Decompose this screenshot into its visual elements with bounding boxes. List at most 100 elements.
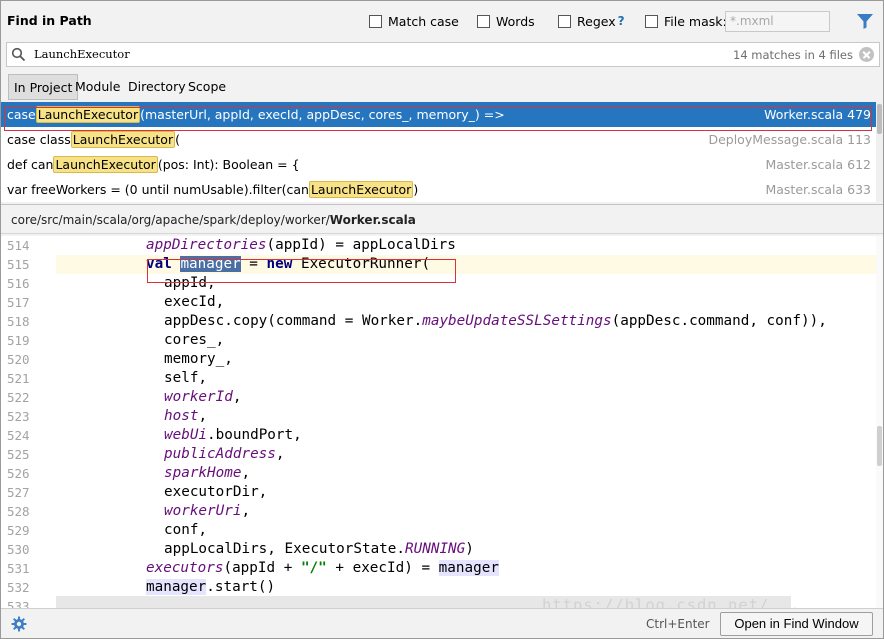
scope-tabs: In Project Module Directory Scope	[1, 72, 883, 102]
words-checkbox[interactable]: Words	[477, 12, 535, 30]
code-token: ,	[241, 503, 251, 519]
result-suffix: (pos: Int): Boolean = {	[157, 157, 300, 172]
code-token: (appDesc.command, conf)),	[611, 313, 827, 329]
editor-scrollbar-thumb[interactable]	[877, 426, 882, 466]
code-token: self,	[164, 370, 208, 386]
result-file: Master.scala 633	[765, 182, 871, 197]
watermark: https://blog.csdn.net/...	[542, 596, 801, 608]
code-token: ,	[232, 389, 242, 405]
code-token: cores_,	[164, 332, 225, 348]
code-line: self,	[1, 369, 883, 388]
search-query[interactable]: LaunchExecutor	[34, 47, 130, 61]
result-match: LaunchExecutor	[70, 131, 176, 148]
tab-in-project[interactable]: In Project	[8, 74, 79, 100]
search-icon	[11, 47, 26, 62]
match-case-checkbox[interactable]: Match case	[369, 12, 459, 30]
code-token: (appId +	[223, 560, 301, 576]
code-token: executors	[146, 560, 224, 576]
results-scrollbar[interactable]	[876, 102, 883, 202]
code-token: appLocalDirs, ExecutorState.	[164, 541, 406, 557]
words-box[interactable]	[477, 14, 490, 28]
code-token: RUNNING	[405, 541, 466, 557]
regex-checkbox[interactable]: Regex ?	[558, 12, 625, 30]
results-scrollbar-thumb[interactable]	[877, 104, 882, 134]
result-file: Worker.scala 479	[764, 107, 871, 122]
result-match: LaunchExecutor	[35, 106, 141, 123]
code-line: executors(appId + "/" + execId) = manage…	[1, 559, 883, 578]
code-token: ,	[198, 408, 208, 424]
code-line: execId,	[1, 293, 883, 312]
result-prefix: def can	[7, 157, 54, 172]
file-path-bar: core/src/main/scala/org/apache/spark/dep…	[1, 204, 883, 234]
code-token: =	[240, 256, 267, 272]
tab-scope[interactable]: Scope	[183, 74, 231, 100]
match-count: 14 matches in 4 files	[733, 48, 853, 62]
code-line: appId,	[1, 274, 883, 293]
code-token: workerUri	[164, 503, 242, 519]
code-token: sparkHome	[164, 465, 242, 481]
dialog-header: Find in Path Match case Words Regex ? Fi…	[1, 1, 883, 41]
tab-directory[interactable]: Directory	[123, 74, 191, 100]
code-token: executorDir,	[164, 484, 268, 500]
code-token: .boundPort,	[207, 427, 302, 443]
regex-label: Regex	[577, 13, 616, 29]
code-line: webUi.boundPort,	[1, 426, 883, 445]
open-in-find-window-button[interactable]: Open in Find Window	[720, 612, 873, 636]
result-suffix: (masterUrl, appId, execId, appDesc, core…	[140, 107, 505, 122]
find-in-path-dialog: Find in Path Match case Words Regex ? Fi…	[0, 0, 884, 639]
result-row[interactable]: case class LaunchExecutor( DeployMessage…	[1, 127, 876, 152]
code-token: workerId	[164, 389, 233, 405]
result-prefix: case class	[7, 132, 71, 147]
line-number: 533	[7, 599, 30, 608]
code-line: val manager = new ExecutorRunner(	[1, 255, 883, 274]
code-line: appDirectories(appId) = appLocalDirs	[1, 236, 883, 255]
code-token: webUi	[164, 427, 208, 443]
file-mask-box[interactable]	[645, 14, 658, 28]
code-line: host,	[1, 407, 883, 426]
match-case-box[interactable]	[369, 14, 382, 28]
result-file: DeployMessage.scala 113	[708, 132, 871, 147]
code-token: "/"	[300, 560, 327, 576]
code-token: ,	[241, 465, 251, 481]
code-token: (appId) = appLocalDirs	[266, 237, 456, 253]
result-match: LaunchExecutor	[308, 181, 414, 198]
code-token: val	[146, 256, 172, 272]
code-line: workerUri,	[1, 502, 883, 521]
search-field[interactable]: LaunchExecutor 14 matches in 4 files	[6, 42, 880, 67]
filter-icon[interactable]	[856, 12, 874, 30]
code-line: memory_,	[1, 350, 883, 369]
file-path-name: Worker.scala	[329, 213, 416, 227]
selected-occurrence: manager	[180, 256, 241, 272]
gear-icon[interactable]	[11, 616, 27, 632]
code-line: manager.start()	[1, 578, 883, 597]
result-row[interactable]: case LaunchExecutor (masterUrl, appId, ex…	[1, 102, 876, 127]
result-row[interactable]: var freeWorkers = (0 until numUsable).fi…	[1, 177, 876, 202]
code-line: workerId,	[1, 388, 883, 407]
code-token: ,	[275, 446, 285, 462]
regex-help-icon[interactable]: ?	[618, 14, 625, 28]
code-line: appDesc.copy(command = Worker.maybeUpdat…	[1, 312, 883, 331]
code-line: conf,	[1, 521, 883, 540]
result-suffix: )	[413, 182, 419, 197]
editor-scrollbar[interactable]	[876, 236, 883, 608]
tab-module[interactable]: Module	[70, 74, 125, 100]
file-mask-input[interactable]: *.mxml	[725, 11, 830, 32]
dialog-title: Find in Path	[7, 13, 92, 28]
regex-box[interactable]	[558, 14, 571, 28]
code-token: conf,	[164, 522, 208, 538]
words-label: Words	[496, 13, 535, 29]
file-mask-checkbox[interactable]: File mask:	[645, 12, 727, 30]
results-list: case LaunchExecutor (masterUrl, appId, ex…	[1, 102, 876, 202]
code-preview[interactable]: 514 515 516 517 518 519 520 521 522 523 …	[1, 236, 883, 608]
clear-search-icon[interactable]	[859, 47, 874, 62]
code-line: executorDir,	[1, 483, 883, 502]
file-path: core/src/main/scala/org/apache/spark/dep…	[11, 213, 416, 227]
occurrence-highlight: manager	[146, 579, 207, 595]
result-row[interactable]: def can LaunchExecutor (pos: Int): Boolean…	[1, 152, 876, 177]
shortcut-hint: Ctrl+Enter	[646, 617, 710, 631]
code-line: cores_,	[1, 331, 883, 350]
code-token: appId,	[164, 275, 216, 291]
code-token: appDesc.copy(command = Worker.	[164, 313, 423, 329]
code-line: sparkHome,	[1, 464, 883, 483]
code-line: appLocalDirs, ExecutorState.RUNNING)	[1, 540, 883, 559]
